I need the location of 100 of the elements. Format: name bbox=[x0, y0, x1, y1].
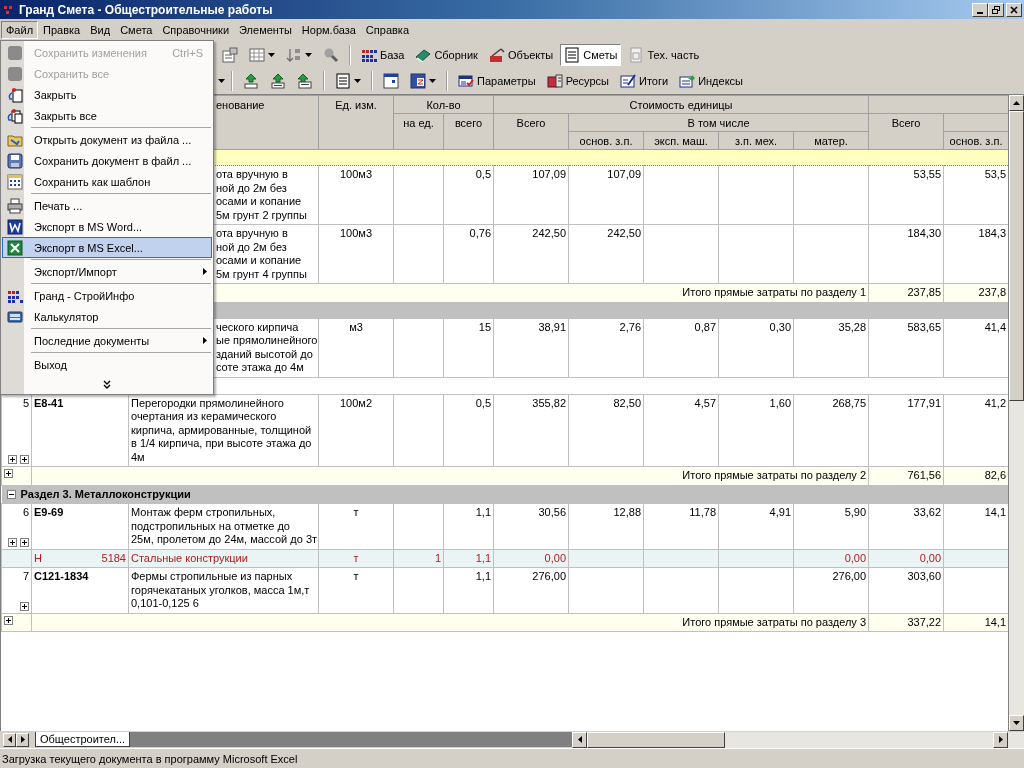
restore-button[interactable] bbox=[988, 2, 1004, 17]
previous-tab-button[interactable] bbox=[3, 732, 16, 747]
column-header: Ед. изм. bbox=[335, 99, 377, 111]
menu-item[interactable]: Элементы bbox=[234, 20, 297, 39]
menu-item[interactable]: Справка bbox=[360, 20, 414, 39]
row-number: 5 bbox=[21, 396, 29, 410]
table-cell-text: очертания из керамического bbox=[131, 410, 278, 424]
word-document-icon bbox=[7, 218, 23, 235]
vertical-scrollbar[interactable] bbox=[1009, 94, 1024, 731]
scroll-left-button[interactable] bbox=[572, 731, 587, 748]
submenu-arrow-icon bbox=[203, 337, 207, 344]
scroll-down-button[interactable] bbox=[1009, 715, 1024, 731]
crane-icon bbox=[488, 47, 505, 63]
table-cell: 38,91 bbox=[538, 320, 566, 333]
arrow-up-icon bbox=[243, 73, 259, 89]
close-icon bbox=[1010, 5, 1018, 14]
table-cell: 5,90 bbox=[844, 506, 867, 518]
menu-item[interactable]: Сохранить как шаблон bbox=[2, 171, 212, 192]
toolbar-button[interactable]: Объекты bbox=[484, 44, 558, 66]
toolbar-button[interactable]: Параметры bbox=[454, 70, 540, 92]
arrow-up-icon bbox=[270, 73, 286, 89]
toolbar-button[interactable]: Итоги bbox=[616, 70, 673, 92]
menu-item[interactable]: Экспорт в MS Excel... bbox=[2, 237, 212, 258]
table-cell: т bbox=[353, 551, 359, 564]
expand-icon bbox=[20, 455, 29, 464]
page-icon bbox=[628, 47, 645, 63]
menu-item[interactable]: Последние документы bbox=[2, 330, 212, 351]
table-cell: 53,5 bbox=[984, 168, 1007, 180]
column-header: основ. з.п. bbox=[949, 134, 1003, 147]
table-cell: 4,57 bbox=[694, 396, 716, 409]
column-header: на ед. bbox=[403, 117, 434, 129]
table-cell: 100м2 bbox=[339, 396, 372, 409]
menu-item[interactable]: Калькулятор bbox=[2, 306, 212, 327]
menu-item[interactable]: Закрыть bbox=[2, 84, 212, 105]
table-cell: 5м грунт 2 группы bbox=[216, 208, 307, 222]
table-cell: 5м грунт 4 группы bbox=[216, 267, 307, 281]
minimize-button[interactable] bbox=[972, 2, 988, 17]
left-arrow-icon bbox=[7, 736, 12, 743]
toolbar-button[interactable]: Сборник bbox=[411, 44, 482, 66]
resource-type: Н bbox=[34, 551, 42, 565]
scroll-right-button[interactable] bbox=[993, 731, 1008, 748]
table-cell: 12,88 bbox=[613, 506, 641, 518]
menu-item[interactable]: Экспорт/Импорт bbox=[2, 261, 212, 282]
close-document-icon bbox=[7, 86, 23, 103]
menu-item[interactable]: Файл bbox=[1, 20, 39, 39]
column-header: Всего bbox=[516, 117, 546, 129]
column-header: эксп. маш. bbox=[654, 134, 708, 147]
menu-item[interactable]: Печать ... bbox=[2, 195, 212, 216]
collapse-icon bbox=[6, 489, 16, 499]
table-cell: 14,1 bbox=[984, 506, 1007, 518]
menu-item[interactable]: Выход bbox=[2, 354, 212, 375]
expand-icon bbox=[8, 537, 17, 547]
table-cell-text: 0,101-0,125 6 bbox=[131, 597, 200, 611]
scroll-up-button[interactable] bbox=[1009, 95, 1024, 111]
app-icon bbox=[3, 3, 15, 16]
table-cell: 35,28 bbox=[838, 320, 867, 333]
menu-item[interactable]: Экспорт в MS Word... bbox=[2, 216, 212, 237]
table-cell: 583,65 bbox=[907, 320, 942, 333]
expand-icon bbox=[4, 469, 13, 478]
toolbar-button[interactable]: Индексы bbox=[675, 70, 747, 92]
menu-item[interactable]: Вид bbox=[85, 20, 116, 39]
table-cell: 177,91 bbox=[907, 396, 942, 409]
table-cell: м3 bbox=[349, 320, 363, 333]
menu-item[interactable]: Смета bbox=[115, 20, 158, 39]
table-cell-text: Стальные конструкции bbox=[131, 551, 249, 565]
table-cell-text: кирпича, армированные, толщиной bbox=[131, 423, 313, 437]
menu-item[interactable]: Правка bbox=[38, 20, 86, 39]
toolbar-button[interactable]: Сметы bbox=[560, 44, 622, 66]
toolbar-button[interactable]: Ресурсы bbox=[542, 70, 613, 92]
menu-item[interactable]: Гранд - СтройИнфо bbox=[2, 285, 212, 306]
menu-item[interactable]: Открыть документ из файла ... bbox=[2, 129, 212, 150]
scroll-thumb[interactable] bbox=[1009, 111, 1024, 401]
menu-item[interactable]: Сохранить документ в файл ... bbox=[2, 150, 212, 171]
table-cell-text: Фермы стропильные из парных bbox=[131, 570, 294, 584]
table-cell: осами и копание bbox=[216, 254, 302, 268]
table-cell: ческого кирпича bbox=[216, 320, 299, 334]
document-icon bbox=[335, 73, 351, 89]
close-button[interactable] bbox=[1006, 2, 1022, 17]
toolbar-button[interactable]: База bbox=[357, 44, 409, 66]
table-cell: 1,1 bbox=[475, 551, 491, 564]
table-cell: 107,09 bbox=[607, 168, 641, 180]
form-check-icon bbox=[458, 73, 474, 89]
table-cell: 1,1 bbox=[475, 506, 491, 518]
table-cell: 100м3 bbox=[339, 227, 372, 239]
calculator-icon bbox=[7, 308, 23, 325]
dropdown-arrow-icon bbox=[354, 79, 361, 83]
scroll-thumb[interactable] bbox=[587, 731, 725, 748]
next-tab-button[interactable] bbox=[16, 732, 29, 747]
toolbar-button[interactable]: Тех. часть bbox=[624, 44, 704, 66]
table-cell-text: Перегородки прямолинейного bbox=[131, 396, 285, 410]
horizontal-scrollbar[interactable] bbox=[572, 731, 1024, 748]
right-arrow-icon bbox=[998, 736, 1003, 743]
menu-item[interactable]: Справочники bbox=[157, 20, 235, 39]
menu-item[interactable]: Закрыть все bbox=[2, 105, 212, 126]
dropdown-arrow-icon bbox=[305, 53, 312, 57]
table-cell: ной до 2м без bbox=[216, 181, 287, 195]
document-icon bbox=[564, 47, 581, 63]
expand-icon bbox=[8, 455, 17, 464]
sheet-tab[interactable]: Общестроител... bbox=[35, 732, 131, 747]
menu-item[interactable]: Норм.база bbox=[296, 20, 361, 39]
